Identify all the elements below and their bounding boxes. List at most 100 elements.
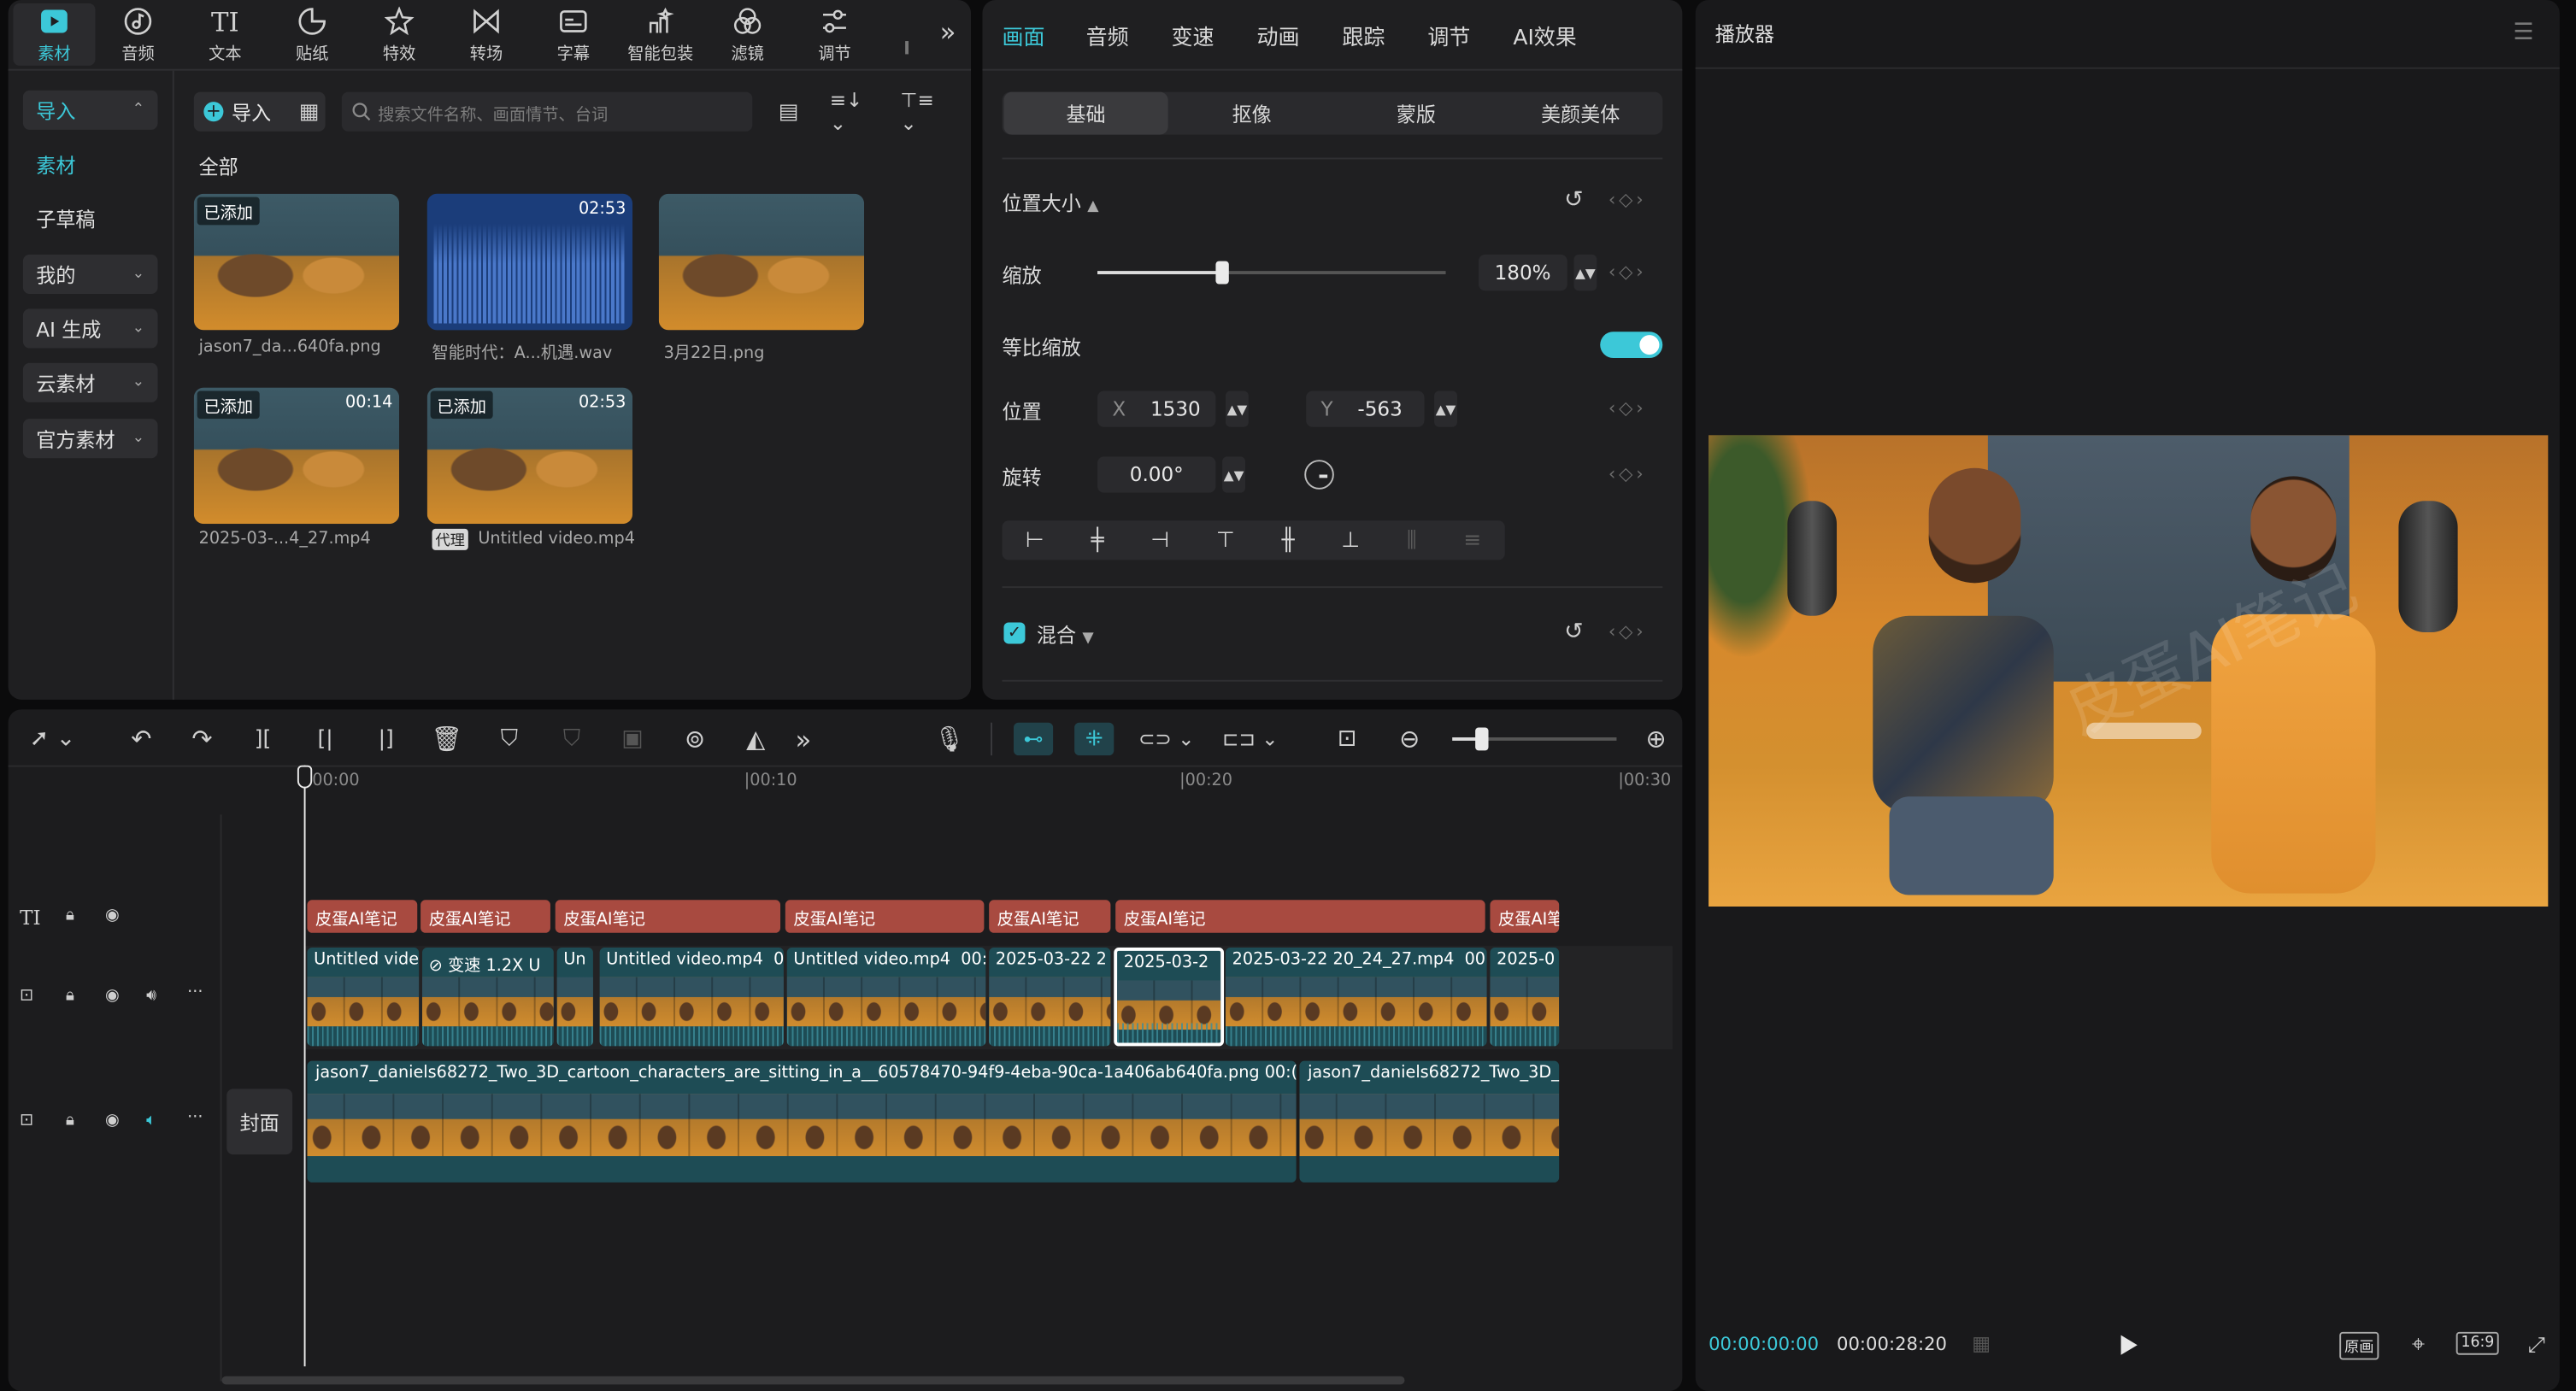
lock-icon[interactable]: 🔒︎ bbox=[66, 1112, 74, 1130]
tab-filter[interactable]: 滤镜 bbox=[707, 3, 789, 66]
split-icon[interactable]: ][ bbox=[246, 723, 279, 755]
freeze-frame-icon[interactable]: ▣ bbox=[616, 723, 649, 755]
original-quality-button[interactable]: 原画 bbox=[2339, 1331, 2379, 1360]
align-hcenter-icon[interactable]: ╪ bbox=[1091, 528, 1104, 553]
text-clip[interactable]: 皮蛋AI笔记 bbox=[307, 900, 418, 933]
sidebar-item-ai-generate[interactable]: AI 生成 ⌄ bbox=[22, 308, 158, 349]
blend-label[interactable]: 混合 ▼ bbox=[1037, 621, 1094, 649]
media-item-audio[interactable]: 02:53 bbox=[426, 193, 633, 331]
distribute-v-icon[interactable]: ≡ bbox=[1463, 528, 1481, 553]
video-clip[interactable]: Untitled video.mp4 00:1 bbox=[786, 948, 986, 1047]
segment-mask[interactable]: 蒙版 bbox=[1334, 92, 1498, 135]
sort-icon[interactable]: ≡↓ ⌄ bbox=[830, 89, 879, 135]
text-clip[interactable]: 皮蛋AI笔记 bbox=[421, 900, 550, 933]
scale-input[interactable]: 180% bbox=[1478, 254, 1567, 291]
play-icon[interactable] bbox=[2114, 1330, 2144, 1360]
link-icon[interactable]: ⊂⊃ ⌄ bbox=[1137, 723, 1196, 755]
text-clip[interactable]: 皮蛋AI笔记 bbox=[1115, 900, 1485, 933]
video-clip[interactable]: 2025-03-22 2 bbox=[989, 948, 1111, 1047]
tab-ai-effects[interactable]: AI效果 bbox=[1513, 20, 1576, 51]
text-clip[interactable]: 皮蛋AI笔记 bbox=[555, 900, 781, 933]
tab-text[interactable]: TI 文本 bbox=[184, 3, 266, 66]
video-clip[interactable]: Untitled video.mp4 0 bbox=[599, 948, 784, 1047]
main-track-clip[interactable]: jason7_daniels68272_Two_3D_cartoon_chara… bbox=[307, 1060, 1297, 1183]
search-input[interactable]: 搜索文件名称、画面情节、台词 bbox=[341, 91, 753, 132]
preview-axis-icon[interactable]: ⊏⊐ ⌄ bbox=[1220, 723, 1279, 755]
more-icon[interactable]: ··· bbox=[187, 1108, 203, 1126]
stepper-icon[interactable]: ▲▼ bbox=[1222, 456, 1246, 493]
stepper-icon[interactable]: ▲▼ bbox=[1573, 254, 1597, 291]
sidebar-item-cloud[interactable]: 云素材 ⌄ bbox=[22, 362, 158, 402]
speed-icon[interactable]: ⊚ bbox=[679, 723, 711, 755]
tab-adjust-props[interactable]: 调节 bbox=[1427, 20, 1470, 51]
position-x-input[interactable]: X 1530 bbox=[1097, 390, 1216, 427]
delete-icon[interactable]: 🗑 bbox=[431, 723, 463, 755]
snap-icon[interactable]: ⁜ bbox=[1074, 722, 1115, 756]
tab-audio[interactable]: 音频 bbox=[97, 3, 179, 66]
tab-sticker[interactable]: 贴纸 bbox=[271, 3, 353, 66]
magnet-main-icon[interactable]: ⊷ bbox=[1013, 722, 1054, 756]
stepper-icon[interactable]: ▲▼ bbox=[1434, 390, 1457, 427]
tab-subtitle[interactable]: 字幕 bbox=[532, 3, 615, 66]
text-clip[interactable]: 皮蛋AI笔记 bbox=[785, 900, 985, 933]
tab-effects[interactable]: 特效 bbox=[358, 3, 440, 66]
trim-left-icon[interactable]: [| bbox=[309, 723, 341, 755]
lock-icon[interactable]: 🔒︎ bbox=[66, 987, 74, 1005]
tab-adjust[interactable]: 调节 bbox=[793, 3, 875, 66]
screenshot-icon[interactable]: ⌖ bbox=[2403, 1330, 2433, 1360]
tab-tracking[interactable]: 跟踪 bbox=[1342, 20, 1385, 51]
rotation-input[interactable]: 0.00° bbox=[1097, 456, 1216, 493]
zoom-out-icon[interactable]: ⊖ bbox=[1393, 723, 1426, 755]
select-tool-icon[interactable]: ➚ ⌄ bbox=[23, 723, 82, 755]
media-item[interactable]: 已添加 00:14 bbox=[193, 387, 400, 525]
zoom-slider[interactable] bbox=[1452, 727, 1617, 751]
video-clip[interactable]: Un bbox=[556, 948, 593, 1047]
import-button[interactable]: + 导入 ▦ bbox=[193, 91, 326, 132]
more-tools-icon[interactable]: » bbox=[787, 723, 820, 755]
segment-beauty[interactable]: 美颜美体 bbox=[1498, 92, 1662, 135]
main-track-clip[interactable]: jason7_daniels68272_Two_3D_c bbox=[1299, 1060, 1560, 1183]
section-position-size[interactable]: 位置大小 ▲ bbox=[1003, 189, 1099, 217]
align-vcenter-icon[interactable]: ╫ bbox=[1282, 528, 1295, 553]
align-left-icon[interactable]: ⊢ bbox=[1026, 528, 1044, 553]
chevron-double-right-icon[interactable]: » bbox=[933, 15, 963, 47]
text-clip[interactable]: 皮蛋AI笔记 bbox=[989, 900, 1111, 933]
sidebar-item-mine[interactable]: 我的 ⌄ bbox=[22, 254, 158, 295]
uniform-scale-toggle[interactable] bbox=[1600, 332, 1663, 359]
timeline-scrollbar[interactable] bbox=[221, 1376, 1405, 1385]
grid-view-icon[interactable]: ▦ bbox=[1963, 1330, 1999, 1357]
tab-animation[interactable]: 动画 bbox=[1256, 20, 1299, 51]
eye-icon[interactable]: ◉ bbox=[105, 987, 120, 1005]
media-item[interactable]: 已添加 bbox=[193, 193, 400, 331]
distribute-h-icon[interactable]: ⫼ bbox=[1407, 528, 1417, 553]
tab-speed[interactable]: 变速 bbox=[1172, 20, 1214, 51]
media-item[interactable] bbox=[658, 193, 865, 331]
media-item[interactable]: 已添加 02:53 bbox=[426, 387, 633, 525]
video-clip[interactable]: 2025-03-22 20_24_27.mp4 00 bbox=[1225, 948, 1487, 1047]
text-clip[interactable]: 皮蛋AI笔 bbox=[1490, 900, 1560, 933]
playhead[interactable] bbox=[303, 765, 306, 1367]
keyframe-icon[interactable]: ‹◇› bbox=[1609, 463, 1647, 484]
reset-icon[interactable]: ↺ bbox=[1561, 187, 1587, 214]
more-icon[interactable]: ··· bbox=[187, 983, 203, 1001]
zoom-slider-handle[interactable] bbox=[1475, 727, 1489, 751]
microphone-icon[interactable]: 🎙 bbox=[933, 723, 966, 755]
keyframe-icon[interactable]: ‹◇› bbox=[1609, 621, 1647, 643]
sidebar-item-import[interactable]: 导入 ⌃ bbox=[22, 90, 158, 130]
menu-icon[interactable]: ☰ bbox=[2510, 20, 2537, 46]
lock-icon[interactable]: 🔒︎ bbox=[66, 907, 74, 924]
eye-icon[interactable]: ◉ bbox=[105, 1112, 120, 1130]
redo-icon[interactable]: ↷ bbox=[185, 723, 218, 755]
tab-picture[interactable]: 画面 bbox=[1003, 20, 1045, 51]
scale-slider[interactable] bbox=[1097, 261, 1446, 285]
view-toggle-icon[interactable]: ▤ bbox=[773, 97, 803, 126]
grid-icon[interactable]: ▦ bbox=[299, 99, 320, 124]
sidebar-item-sub-draft[interactable]: 子草稿 bbox=[23, 199, 158, 238]
rotation-dial[interactable] bbox=[1304, 460, 1334, 490]
keyframe-icon[interactable]: ‹◇› bbox=[1609, 261, 1647, 283]
undo-icon[interactable]: ↶ bbox=[125, 723, 157, 755]
playhead-handle[interactable] bbox=[297, 765, 313, 789]
mirror-icon[interactable]: ◭ bbox=[739, 723, 772, 755]
shield-icon[interactable]: ⛉ bbox=[493, 723, 526, 755]
muted-volume-icon[interactable]: 🔈︎ bbox=[146, 1112, 156, 1130]
